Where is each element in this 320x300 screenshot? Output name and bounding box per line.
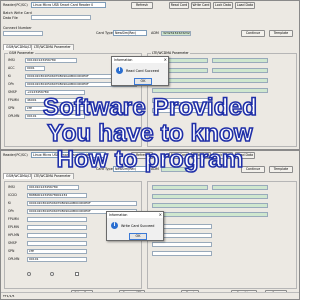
- write-card-button[interactable]: Write Card: [191, 2, 211, 9]
- lock-data-button[interactable]: Lock Data: [213, 2, 233, 9]
- lte-field-4[interactable]: [152, 203, 268, 208]
- oplmn-label: OPLMN: [8, 257, 20, 261]
- continue-button[interactable]: Continue: [241, 30, 265, 37]
- imsi-label: IMSI: [8, 185, 15, 189]
- imsi-input[interactable]: 001010123456789: [25, 58, 77, 63]
- data-file-input[interactable]: [31, 15, 91, 20]
- fplmn-label: FPLMN: [8, 217, 19, 221]
- option-checkbox[interactable]: [75, 272, 79, 276]
- connect-number-input[interactable]: [3, 31, 43, 36]
- fplmn-input[interactable]: [27, 217, 87, 222]
- reader-label: Reader(PC/SC): [3, 3, 28, 7]
- eplmn-label: EPLMN: [8, 225, 19, 229]
- overlay-line-2: You have to know: [46, 119, 253, 148]
- card-type-label: Card Type: [96, 31, 113, 35]
- reader-select[interactable]: Linux Micro USB Smart Card Reader 0: [31, 2, 106, 8]
- lte-field-1[interactable]: [152, 185, 208, 190]
- acc-label: ACC: [8, 66, 15, 70]
- close-icon[interactable]: ×: [164, 57, 167, 63]
- read-card-button[interactable]: Read Card: [169, 2, 189, 9]
- hplmn-input[interactable]: [27, 233, 87, 238]
- lte-group-title: LTE/WCDMA Parameter: [151, 51, 190, 55]
- dialog-message: Read Card Succeed: [126, 69, 159, 73]
- smsp-input[interactable]: [27, 241, 87, 246]
- lte-field-5[interactable]: [152, 212, 268, 217]
- dialog-title: Information: [112, 57, 168, 63]
- template-button[interactable]: Template: [269, 30, 293, 37]
- spn-input[interactable]: LTE: [27, 249, 87, 254]
- opc-label: OPc: [8, 209, 15, 213]
- iccid-label: ICCID: [8, 193, 17, 197]
- info-icon: i: [111, 222, 118, 229]
- close-icon[interactable]: ×: [159, 212, 162, 218]
- smsp-label: SMSP: [8, 241, 17, 245]
- lte-parameter-group: [147, 181, 297, 289]
- data-file-label: Data File: [3, 16, 18, 20]
- read-info-dialog: Information × i Read Card Succeed OK: [111, 56, 169, 86]
- ki-input[interactable]: 000102030405060708090A0B0C0D0E0F: [27, 201, 137, 206]
- adm-input[interactable]: 3232323232323232: [161, 31, 191, 36]
- gsm-group-title: GSM Parameter: [8, 51, 35, 55]
- lte-field-4[interactable]: [212, 68, 268, 73]
- dialog-title: Information: [107, 212, 163, 218]
- dialog-ok-button[interactable]: OK: [129, 233, 147, 240]
- write-info-dialog: Information × i Write Card Succeed OK: [106, 211, 164, 241]
- spn-label: SPN: [8, 249, 15, 253]
- lte-field-5[interactable]: [152, 78, 268, 83]
- load-data-button[interactable]: Load Data: [235, 2, 255, 9]
- ki-label: Ki: [8, 201, 11, 205]
- algorithm-radio-2[interactable]: [50, 272, 54, 276]
- dialog-message: Write Card Succeed: [121, 224, 155, 228]
- imsi-input[interactable]: 001010123456789: [27, 185, 79, 190]
- lte-field-9[interactable]: [152, 251, 212, 256]
- lte-field-2[interactable]: [212, 185, 268, 190]
- lte-field-2[interactable]: [212, 58, 268, 63]
- hplmn-label: HPLMN: [8, 233, 20, 237]
- tab-lte[interactable]: LTE/WCDMA Parameter: [31, 44, 74, 50]
- card-type-select[interactable]: NewSim(Rec): [113, 30, 147, 36]
- imsi-label: IMSI: [8, 58, 15, 62]
- overlay-line-3: How to program: [56, 145, 244, 174]
- refresh-button[interactable]: Refresh: [131, 2, 153, 9]
- opc-label: OPc: [8, 82, 15, 86]
- connect-number-label: Connect Number: [3, 26, 32, 30]
- dialog-ok-button[interactable]: OK: [134, 78, 152, 85]
- ki-label: Ki: [8, 74, 11, 78]
- status-bar: TT1/1/5: [1, 292, 299, 299]
- lte-field-6[interactable]: [152, 88, 268, 93]
- eplmn-input[interactable]: [27, 225, 87, 230]
- info-icon: i: [116, 67, 123, 74]
- oplmn-input[interactable]: 00101: [27, 257, 87, 262]
- lte-field-3[interactable]: [152, 194, 268, 199]
- lte-field-8[interactable]: [152, 242, 212, 247]
- algorithm-radio-1[interactable]: [27, 272, 31, 276]
- iccid-input[interactable]: 89860012345678901234: [27, 193, 87, 198]
- batch-write-label: Batch Write Card: [3, 11, 32, 15]
- acc-input[interactable]: 0001: [25, 66, 45, 71]
- overlay-line-1: Software Provided: [42, 93, 258, 122]
- adm-label: ADM: [151, 31, 159, 35]
